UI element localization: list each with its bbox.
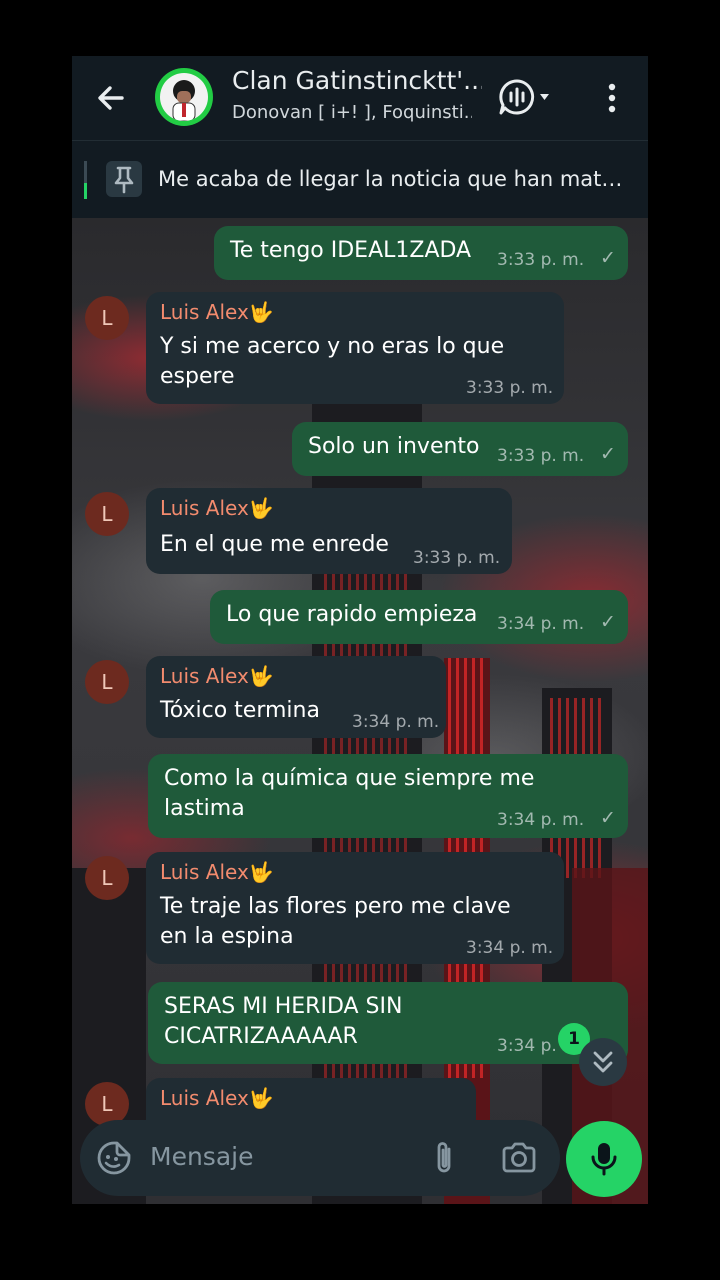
phone-screen: Clan Gatinstincktt'... Donovan [ i+! ], … [72, 0, 648, 1204]
message-time: 3:33 p. m. [413, 548, 501, 568]
chat-title[interactable]: Clan Gatinstincktt'... [232, 66, 482, 95]
pinned-indicator [84, 161, 87, 199]
sender-name[interactable]: Luis Alex🤟 [160, 496, 274, 520]
camera-button[interactable] [500, 1140, 538, 1176]
message-time: 3:34 p. m. [497, 614, 585, 634]
message-text: Tóxico termina [160, 698, 320, 723]
sent-check-icon: ✓ [600, 247, 616, 269]
message-composer: Mensaje [80, 1120, 560, 1196]
message-time: 3:33 p. m. [497, 446, 585, 466]
microphone-icon [591, 1143, 617, 1176]
message-bubble-outgoing[interactable]: Lo que rapido empieza 3:34 p. m. ✓ [210, 590, 628, 644]
pinned-message-banner[interactable]: Me acaba de llegar la noticia que han ma… [72, 140, 648, 219]
pinned-message-text: Me acaba de llegar la noticia que han ma… [158, 167, 634, 191]
message-text: Lo que rapido empieza [226, 602, 478, 627]
camera-icon [502, 1142, 536, 1173]
scroll-to-bottom-button[interactable] [579, 1038, 627, 1086]
status-bar [72, 0, 648, 56]
message-time: 3:33 p. m. [466, 378, 554, 398]
message-time: 3:33 p. m. [497, 250, 585, 270]
pin-icon [106, 161, 142, 197]
chevron-down-icon [540, 94, 549, 100]
back-button[interactable] [92, 78, 132, 118]
avatar[interactable]: L [85, 660, 129, 704]
message-text: En el que me enrede [160, 532, 389, 557]
sticker-button[interactable] [96, 1140, 132, 1176]
message-text: Te tengo IDEAL1ZADA [230, 238, 472, 263]
sender-name[interactable]: Luis Alex🤟 [160, 300, 274, 324]
sent-check-icon: ✓ [600, 611, 616, 633]
message-time: 3:34 p. m. [352, 712, 440, 732]
double-chevron-down-icon [593, 1051, 613, 1073]
message-time: 3:34 p. m. [497, 810, 585, 830]
avatar[interactable]: L [85, 856, 129, 900]
message-input[interactable]: Mensaje [150, 1142, 253, 1171]
sender-name[interactable]: Luis Alex🤟 [160, 860, 274, 884]
message-bubble-incoming[interactable]: Luis Alex🤟 Tóxico termina 3:34 p. m. [146, 656, 446, 738]
sender-name[interactable]: Luis Alex🤟 [160, 664, 274, 688]
more-vertical-icon [608, 83, 616, 113]
message-bubble-incoming[interactable]: Luis Alex🤟 Te traje las flores pero me c… [146, 852, 564, 964]
voice-record-button[interactable] [566, 1121, 642, 1197]
chat-area[interactable]: Te tengo IDEAL1ZADA 3:33 p. m. ✓ L Luis … [72, 218, 648, 1204]
chat-header: Clan Gatinstincktt'... Donovan [ i+! ], … [72, 56, 648, 140]
sender-name[interactable]: Luis Alex🤟 [160, 1086, 274, 1110]
chat-participants[interactable]: Donovan [ i+! ], Foquinsti... [232, 102, 472, 123]
avatar[interactable]: L [85, 492, 129, 536]
message-time: 3:34 p. m. [466, 938, 554, 958]
message-bubble-outgoing[interactable]: SERAS MI HERIDA SIN CICATRIZAAAAAR 3:34 … [148, 982, 628, 1064]
message-bubble-incoming[interactable]: Luis Alex🤟 En el que me enrede 3:33 p. m… [146, 488, 512, 574]
message-bubble-outgoing[interactable]: Como la química que siempre me lastima 3… [148, 754, 628, 838]
sticker-icon [97, 1141, 131, 1175]
group-avatar[interactable] [155, 68, 213, 126]
sent-check-icon: ✓ [600, 443, 616, 465]
message-text: SERAS MI HERIDA SIN CICATRIZAAAAAR [164, 994, 403, 1049]
avatar[interactable]: L [85, 296, 129, 340]
voice-chat-button[interactable] [497, 76, 555, 118]
voice-chat-icon [499, 79, 549, 115]
message-bubble-incoming[interactable]: Luis Alex🤟 Y si me acerco y no eras lo q… [146, 292, 564, 404]
avatar-image [160, 73, 208, 121]
message-text: Solo un invento [308, 434, 480, 459]
sent-check-icon: ✓ [600, 807, 616, 829]
paperclip-icon [437, 1142, 451, 1173]
arrow-left-icon [98, 86, 124, 110]
message-bubble-outgoing[interactable]: Solo un invento 3:33 p. m. ✓ [292, 422, 628, 476]
more-options-button[interactable] [600, 78, 624, 118]
message-bubble-outgoing[interactable]: Te tengo IDEAL1ZADA 3:33 p. m. ✓ [214, 226, 628, 280]
attach-button[interactable] [430, 1138, 458, 1178]
